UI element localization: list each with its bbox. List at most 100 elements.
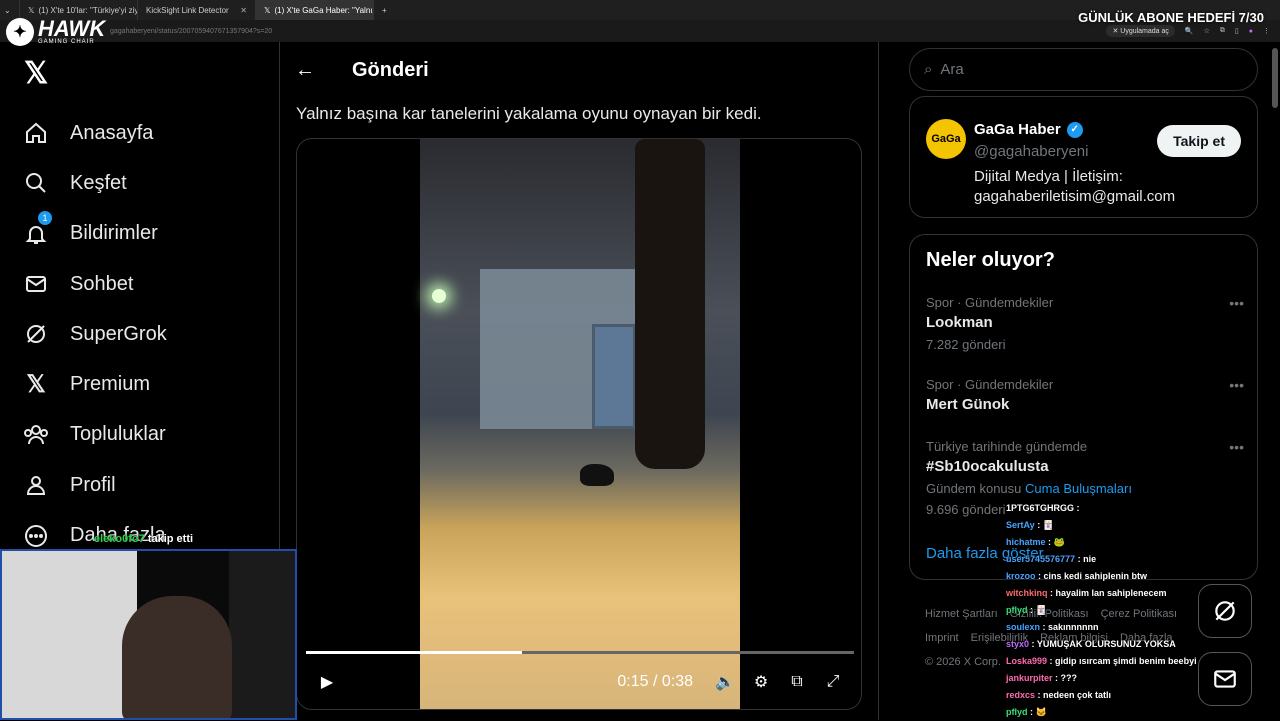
chat-text: : YUMUŞAK OLURSUNUZ YOKSA xyxy=(1029,639,1176,649)
video-frame[interactable] xyxy=(420,139,740,709)
mail-icon xyxy=(22,270,50,298)
footer-link[interactable]: Hizmet Şartları xyxy=(925,608,998,620)
zoom-icon[interactable]: 🔍 xyxy=(1185,27,1194,35)
video-time: 0:15 / 0:38 xyxy=(617,673,693,690)
chat-message: soulexn : sakınnnnnn xyxy=(1006,619,1246,636)
tab-list-button[interactable]: ⌄ xyxy=(0,0,20,20)
chat-text: : ??? xyxy=(1052,673,1078,683)
chat-message: witchkinq : hayalim lan sahiplenecem xyxy=(1006,585,1246,602)
trend-item[interactable]: Spor · Gündemdekiler Mert Günok ••• xyxy=(926,377,1246,413)
scrollbar[interactable] xyxy=(1272,48,1278,108)
x-icon: 𝕏 xyxy=(26,371,46,399)
play-icon[interactable]: ▶ xyxy=(309,672,345,692)
street-lamp xyxy=(432,289,446,303)
door xyxy=(592,324,636,429)
chat-message: pflyd : 🐱 xyxy=(1006,704,1246,721)
chat-username: styx0 xyxy=(1006,639,1030,649)
browser-tab[interactable]: KickSight Link Detector ✕ xyxy=(138,0,256,20)
trend-link[interactable]: Cuma Buluşmaları xyxy=(1025,481,1132,496)
more-options-icon[interactable]: ••• xyxy=(1229,377,1244,393)
right-divider xyxy=(878,42,879,720)
chat-text: : 🐱 xyxy=(1027,707,1047,717)
chat-message: 1PTG6TGHRGG : xyxy=(1006,500,1246,517)
copyright: © 2026 X Corp. xyxy=(925,656,1001,668)
nav-supergrok[interactable]: SuperGrok xyxy=(22,309,272,359)
nav-label: Bildirimler xyxy=(70,222,158,245)
profile-handle[interactable]: @gagahaberyeni xyxy=(974,143,1088,160)
chat-message: pflyd : 🃏 xyxy=(1006,602,1246,619)
subscriber-goal: GÜNLÜK ABONE HEDEFİ 7/30 xyxy=(1078,10,1264,25)
post-text: Yalnız başına kar tanelerini yakalama oy… xyxy=(296,104,762,123)
extensions-icon[interactable]: ⧉ xyxy=(1220,27,1225,35)
volume-icon[interactable]: 🔈 xyxy=(707,672,743,692)
people-icon xyxy=(22,421,50,449)
webcam-wall xyxy=(2,551,142,718)
new-tab-button[interactable]: + xyxy=(374,0,398,20)
nav-messages[interactable]: Sohbet xyxy=(22,259,272,309)
chat-username: 1PTG6TGHRGG xyxy=(1006,503,1075,513)
trends-title: Neler oluyor? xyxy=(926,249,1055,271)
url-text[interactable]: gagahaberyeni/status/2007059407671357904… xyxy=(110,28,272,35)
nav-communities[interactable]: Topluluklar xyxy=(22,410,272,460)
tab-title: KickSight Link Detector xyxy=(146,5,229,15)
chat-message: SertAy : 🃏 xyxy=(1006,517,1246,534)
avatar[interactable]: GaGa xyxy=(926,119,966,159)
nav-notifications[interactable]: 1 Bildirimler xyxy=(22,209,272,259)
chat-text: : sakınnnnnn xyxy=(1040,622,1099,632)
menu-icon[interactable]: ⋮ xyxy=(1263,27,1270,35)
settings-icon[interactable]: ⚙ xyxy=(743,672,779,692)
profile-avatar[interactable]: ● xyxy=(1249,28,1253,35)
video-player[interactable]: ▶ 0:15 / 0:38 🔈 ⚙ ⧉ ⤢ xyxy=(296,138,862,710)
follow-alert: eleko0fo7 takip etti xyxy=(94,533,194,545)
trend-item[interactable]: Spor · Gündemdekiler Lookman 7.282 gönde… xyxy=(926,295,1246,352)
sidebar-nav: Anasayfa Keşfet 1 Bildirimler Sohbet Supe… xyxy=(22,108,272,561)
nav-label: Topluluklar xyxy=(70,423,166,446)
search-input[interactable]: ⌕ Ara xyxy=(909,48,1258,91)
chat-username: pflyd xyxy=(1006,707,1028,717)
pip-icon[interactable]: ⧉ xyxy=(779,673,815,691)
chat-message: hichatme : 🐸 xyxy=(1006,534,1246,551)
nav-label: Anasayfa xyxy=(70,121,154,144)
person-icon xyxy=(22,471,50,499)
x-icon: 𝕏 xyxy=(28,5,35,15)
chat-username: witchkinq xyxy=(1006,588,1048,598)
nav-premium[interactable]: 𝕏 Premium xyxy=(22,359,272,409)
chat-message: Loska999 : gidip ısırcam şimdi benim bee… xyxy=(1006,653,1246,670)
search-icon xyxy=(22,169,50,197)
close-icon[interactable]: ✕ xyxy=(240,6,247,15)
more-options-icon[interactable]: ••• xyxy=(1229,295,1244,311)
open-in-app-button[interactable]: ✕ Uygulamada aç xyxy=(1106,25,1175,37)
nav-explore[interactable]: Keşfet xyxy=(22,158,272,208)
follow-button[interactable]: Takip et xyxy=(1157,125,1241,157)
search-placeholder: Ara xyxy=(940,61,964,78)
home-icon xyxy=(22,119,50,147)
hawk-logo-icon: ✦ xyxy=(6,18,34,46)
star-icon[interactable]: ☆ xyxy=(1204,27,1210,35)
nav-profile[interactable]: Profil xyxy=(22,460,272,510)
footer-link[interactable]: Imprint xyxy=(925,632,959,644)
profile-card: GaGa GaGa Haber ✓ @gagahaberyeni Dijital … xyxy=(909,96,1258,218)
profile-name[interactable]: GaGa Haber ✓ xyxy=(974,121,1083,138)
nav-label: Profil xyxy=(70,473,116,496)
chat-text: : hayalim lan sahiplenecem xyxy=(1047,588,1167,598)
nav-label: Premium xyxy=(70,373,151,396)
chat-text: : 🐸 xyxy=(1045,537,1065,547)
verified-badge-icon: ✓ xyxy=(1066,121,1083,138)
sidebar-icon[interactable]: ▯ xyxy=(1235,27,1239,35)
webcam-feed xyxy=(0,549,297,720)
video-progress-bar[interactable] xyxy=(306,651,854,654)
chat-text: : nie xyxy=(1075,554,1097,564)
more-options-icon[interactable]: ••• xyxy=(1229,439,1244,455)
profile-bio: Dijital Medya | İletişim: gagahaberileti… xyxy=(974,168,1176,205)
x-logo-icon[interactable]: 𝕏 xyxy=(24,56,48,91)
chat-message: krozoo : cins kedi sahiplenin btw xyxy=(1006,568,1246,585)
grok-icon xyxy=(22,320,50,348)
browser-tab-active[interactable]: 𝕏(1) X'te GaGa Haber: "Yalnız baş…✕ xyxy=(256,0,374,20)
back-arrow-icon[interactable]: ← xyxy=(280,59,330,82)
nav-home[interactable]: Anasayfa xyxy=(22,108,272,158)
chat-username: SertAy xyxy=(1006,520,1035,530)
fullscreen-icon[interactable]: ⤢ xyxy=(815,673,851,691)
video-controls: ▶ 0:15 / 0:38 🔈 ⚙ ⧉ ⤢ xyxy=(297,667,861,697)
chat-text: : nedeen çok tatlı xyxy=(1035,690,1112,700)
tab-title: (1) X'te 10'lar: "Türkiye'yi ziyare… xyxy=(38,5,138,15)
